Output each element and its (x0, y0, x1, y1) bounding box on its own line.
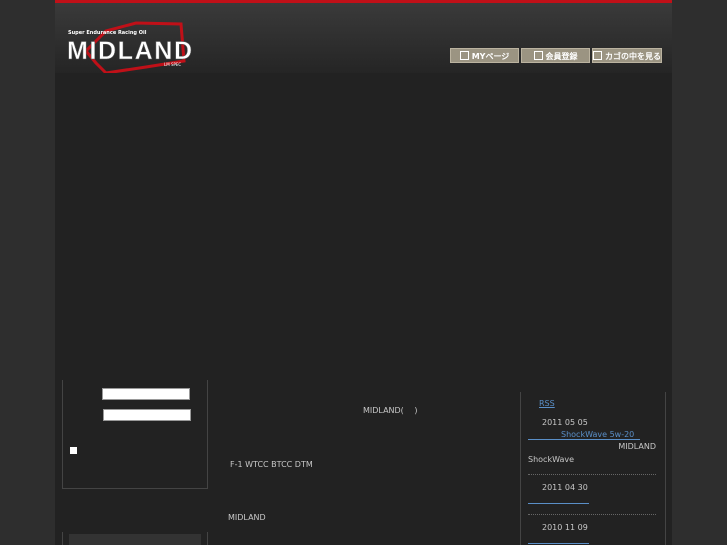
cart-icon (593, 51, 602, 60)
svg-text:Super Endurance Racing Oil: Super Endurance Racing Oil (68, 30, 147, 36)
left-box (62, 532, 208, 545)
svg-text:LM SPEC: LM SPEC (164, 62, 181, 67)
register-button[interactable]: 会員登録 (521, 48, 590, 63)
cart-button[interactable]: カゴの中を見る (592, 48, 662, 63)
main-text-3: MIDLAND (228, 513, 266, 522)
login-box (62, 380, 208, 489)
remember-checkbox[interactable] (70, 447, 77, 454)
news-text: ShockWave (528, 455, 575, 464)
link-underline (528, 439, 640, 440)
m-icon (459, 51, 469, 60)
news-date: 2011 05 05 (542, 418, 588, 427)
news-date: 2011 04 30 (542, 483, 588, 492)
news-link[interactable] (528, 543, 589, 544)
header: Super Endurance Racing Oil MIDLAND LM SP… (55, 0, 672, 75)
news-link[interactable] (528, 503, 589, 504)
divider (528, 474, 656, 475)
person-icon (533, 51, 543, 60)
page: Super Endurance Racing Oil MIDLAND LM SP… (55, 0, 672, 545)
news-text: MIDLAND (618, 442, 656, 451)
news-link[interactable]: ShockWave 5w-20 (561, 430, 634, 439)
svg-text:MIDLAND: MIDLAND (67, 37, 192, 65)
midland-logo[interactable]: Super Endurance Racing Oil MIDLAND LM SP… (66, 21, 194, 75)
main-text-2: F-1 WTCC BTCC DTM (230, 460, 313, 469)
news-sidebar: RSS 2011 05 05 ShockWave 5w-20 MIDLAND S… (520, 392, 666, 545)
divider (528, 514, 656, 515)
login-id-input[interactable] (102, 388, 190, 400)
password-input[interactable] (103, 409, 191, 421)
news-date: 2010 11 09 (542, 523, 588, 532)
main-text-1: MIDLAND( ) (363, 406, 418, 415)
mypage-button[interactable]: MYページ (450, 48, 519, 63)
rss-link[interactable]: RSS (539, 399, 555, 408)
